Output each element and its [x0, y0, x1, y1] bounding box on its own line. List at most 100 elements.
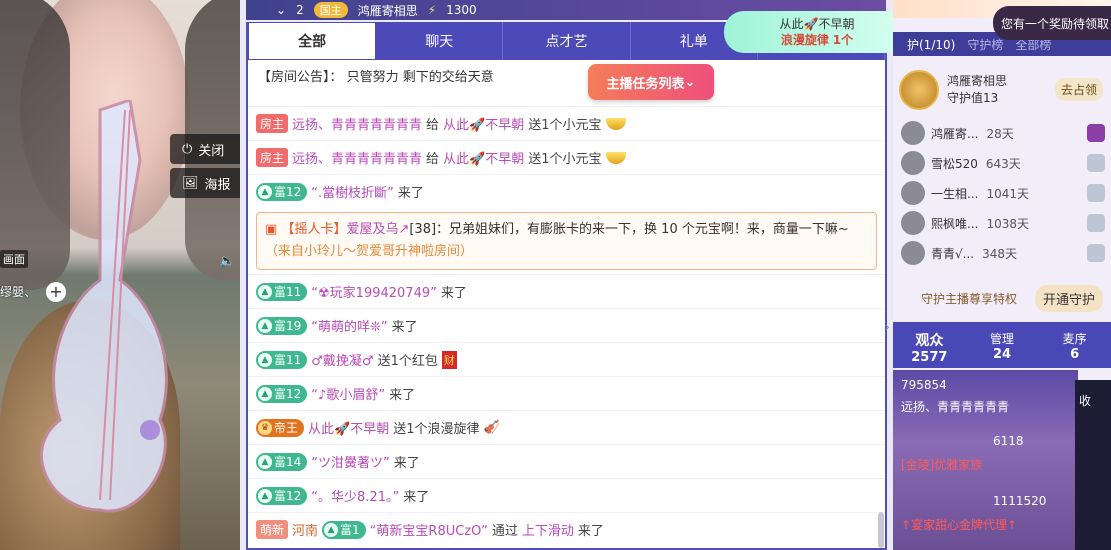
chat-message: 房主 远扬、青青青青青青青 给 从此🚀不早朝 送1个小元宝: [248, 140, 885, 174]
user-name[interactable]: “.當樹枝折斷”: [311, 182, 394, 201]
chat-message: ▲ 富19 “萌萌的咩❊” 来了: [248, 308, 885, 342]
guard-days: 1038天: [986, 216, 1029, 231]
audience-id[interactable]: 6118: [993, 434, 1024, 448]
level-icon: ▲: [258, 454, 272, 469]
avatar: [901, 151, 925, 175]
target-name[interactable]: 从此🚀不早朝: [443, 148, 524, 167]
level-text: 富12: [274, 387, 302, 401]
tab-guard[interactable]: 护(1/10): [907, 36, 955, 53]
audience-name[interactable]: 远扬、青青青青青青: [901, 398, 1009, 415]
level-icon: ▲: [324, 522, 339, 537]
card-source[interactable]: （来自小玲儿～贺爱哥升神啦房间）: [265, 244, 473, 259]
guard-row[interactable]: 鸿雁寄... 28天: [901, 118, 1105, 148]
tab-all[interactable]: 全部: [248, 22, 377, 60]
guard-list: 鸿雁寄... 28天 雪松520 643天 一生相... 1041天 熙枫唯... 10…: [901, 118, 1105, 268]
user-name[interactable]: 爱屋及乌↗: [346, 222, 409, 237]
chat-message: ▲ 富12 “。华少8.21。” 来了: [248, 478, 885, 512]
shield-icon: [1087, 124, 1105, 142]
shield-icon: [1087, 214, 1105, 232]
ingot-icon: [605, 117, 626, 130]
chat-message: ▲ 富14 “ツ泔黌著ツ” 来了: [248, 444, 885, 478]
wealth-level-badge: ▲ 富12: [256, 486, 308, 505]
follow-plus-button[interactable]: +: [46, 282, 66, 302]
guard-row[interactable]: 雪松520 643天: [901, 148, 1105, 178]
owner-tag: 房主: [256, 148, 289, 167]
guard-days: 28天: [986, 126, 1014, 141]
tab-talent[interactable]: 点才艺: [503, 22, 631, 60]
message-text: 给: [426, 118, 440, 133]
user-name[interactable]: 远扬、青青青青青青青: [292, 114, 422, 133]
gift-text: 送1个小元宝: [528, 118, 602, 133]
guard-days: 643天: [985, 156, 1021, 171]
audience-family[interactable]: [金陵]优雅家族: [901, 456, 982, 473]
open-guard-button[interactable]: 开通守护: [1034, 284, 1103, 312]
user-name[interactable]: 远扬、青青青青青青青: [292, 148, 422, 167]
guard-row[interactable]: 熙枫唯... 1038天: [901, 208, 1105, 238]
live-room: ⏻ 关闭 🖼 海报 画面 缪嬰、 + 🔈 ⌄ 2 国主 鸿雁寄相思 ⚡ 1300…: [0, 0, 1111, 550]
tab-guard-rank[interactable]: 守护榜: [967, 36, 1003, 53]
newbie-tag: 萌新: [256, 520, 289, 539]
user-name[interactable]: ♂戴挽凝♂: [311, 350, 373, 369]
chevron-right-icon[interactable]: ›: [885, 320, 890, 334]
audience-id[interactable]: 1111520: [993, 494, 1046, 508]
user-name[interactable]: “萌萌的咩❊”: [311, 316, 387, 335]
owner-avatar[interactable]: [899, 70, 939, 110]
chevron-down-icon[interactable]: ⌄: [276, 3, 286, 17]
level-text: 富12: [274, 489, 302, 503]
occupy-button[interactable]: 去占领: [1054, 78, 1103, 101]
guard-owner: 鸿雁寄相思 守护值13 去占领: [899, 68, 1105, 112]
message-text: 来了: [403, 490, 430, 505]
tab-mic-queue[interactable]: 麦序 6: [1038, 322, 1111, 368]
mini-screen-tag[interactable]: 画面: [0, 250, 28, 268]
guard-row[interactable]: 一生相... 1041天: [901, 178, 1105, 208]
level-icon: ▲: [258, 386, 272, 401]
guard-row[interactable]: 青青√... 348天: [901, 238, 1105, 268]
chat-message-list: 房主 远扬、青青青青青青青 给 从此🚀不早朝 送1个小元宝 房主 远扬、青青青青…: [248, 106, 885, 546]
message-text: 来了: [440, 286, 467, 301]
owner-name: 鸿雁寄相思: [947, 74, 1008, 88]
message-text: 送1个红包: [377, 354, 438, 369]
message-text: 来了: [391, 320, 418, 335]
user-name[interactable]: “。华少8.21。”: [311, 486, 399, 505]
level-icon: ▲: [258, 352, 272, 367]
chevron-down-icon: ⌄: [684, 74, 696, 90]
target-name[interactable]: 从此🚀不早朝: [443, 114, 524, 133]
close-button[interactable]: ⏻ 关闭: [170, 134, 240, 164]
user-name[interactable]: “♪歌小眉舒”: [311, 384, 385, 403]
level-number: 2: [296, 3, 304, 17]
side-collapse-panel[interactable]: 收: [1075, 380, 1111, 550]
live-video[interactable]: ⏻ 关闭 🖼 海报 画面 缪嬰、 + 🔈: [0, 0, 240, 550]
streamer-task-button[interactable]: 主播任务列表 ⌄: [588, 64, 714, 100]
wealth-level-badge: ▲ 富12: [256, 182, 308, 201]
user-name[interactable]: 从此🚀不早朝: [308, 418, 389, 437]
tab-chat[interactable]: 聊天: [376, 22, 504, 60]
privilege-text[interactable]: 守护主播尊享特权: [921, 290, 1017, 307]
red-packet-icon[interactable]: 财: [441, 350, 457, 369]
guard-days: 348天: [982, 246, 1017, 261]
wealth-level-badge: ▲ 富19: [256, 316, 308, 335]
volume-icon[interactable]: 🔈: [219, 254, 235, 269]
emperor-badge: ♛ 帝王: [256, 418, 305, 437]
owner-tag: 房主: [256, 114, 289, 133]
avatar: [901, 121, 925, 145]
award-pending-pill[interactable]: 您有一个奖励待领取: [993, 6, 1111, 40]
poster-button[interactable]: 🖼 海报: [170, 168, 240, 198]
chat-scrollbar[interactable]: [878, 512, 884, 548]
power-icon: ⏻: [182, 141, 193, 157]
tab-admin[interactable]: 管理 24: [966, 322, 1039, 368]
message-text: 来了: [393, 456, 420, 471]
level-icon: ▲: [258, 488, 272, 503]
audience-id[interactable]: 795854: [901, 378, 947, 392]
admin-count: 24: [992, 347, 1012, 362]
user-name[interactable]: “萌新宝宝R8UCzO”: [370, 520, 488, 539]
user-name[interactable]: “ツ泔黌著ツ”: [311, 452, 389, 471]
user-name[interactable]: “☢玩家199420749”: [311, 282, 437, 301]
guard-name: 鸿雁寄...: [931, 126, 979, 141]
level-text: 富1: [340, 523, 360, 537]
audience-family[interactable]: ↑宴家甜心金牌代理↑: [901, 516, 1017, 533]
owner-badge: 国主: [313, 2, 348, 18]
tab-audience[interactable]: 观众 2577: [893, 322, 966, 368]
message-text: 送1个浪漫旋律: [393, 422, 480, 437]
level-icon: ▲: [258, 318, 272, 333]
guard-name: 雪松520: [931, 156, 978, 171]
